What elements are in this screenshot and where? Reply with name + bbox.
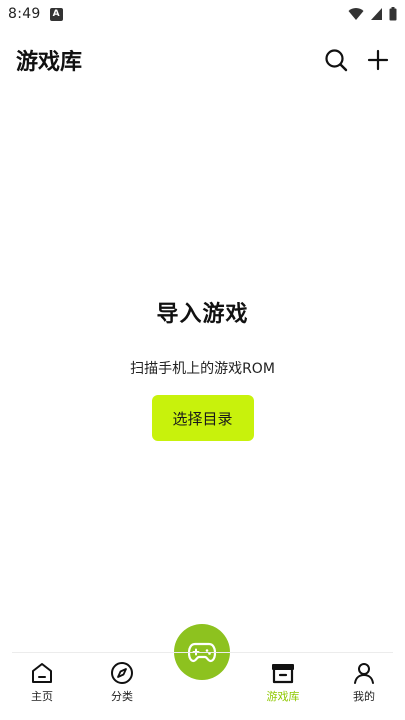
status-bar: 8:49 A — [0, 0, 405, 28]
search-icon — [325, 49, 348, 72]
status-time: 8:49 — [8, 6, 41, 22]
empty-state-title: 导入游戏 — [156, 302, 249, 327]
page-title: 游戏库 — [16, 50, 83, 75]
archive-icon — [272, 664, 294, 684]
bottom-nav: 主页 分类 游戏库 我的 — [12, 652, 393, 720]
header-actions — [323, 47, 391, 73]
add-button[interactable] — [365, 47, 391, 73]
empty-state: 导入游戏 扫描手机上的游戏ROM 选择目录 — [0, 296, 405, 441]
nav-item-category[interactable]: 分类 — [92, 661, 152, 717]
nav-item-library[interactable]: 游戏库 — [253, 661, 313, 717]
wifi-icon — [348, 8, 364, 20]
signal-icon — [371, 8, 382, 20]
nav-label-home: 主页 — [31, 690, 53, 703]
user-icon — [354, 663, 374, 684]
nav-label-library: 游戏库 — [266, 690, 300, 703]
notification-app-icon: A — [49, 7, 63, 21]
nav-item-home[interactable]: 主页 — [12, 661, 72, 717]
app-header: 游戏库 — [0, 40, 405, 80]
nav-label-category: 分类 — [111, 690, 133, 703]
compass-icon — [111, 662, 133, 684]
nav-item-profile[interactable]: 我的 — [334, 661, 394, 717]
home-icon — [32, 663, 52, 683]
plus-icon — [367, 49, 389, 71]
status-icons — [348, 7, 397, 21]
battery-icon — [389, 7, 397, 21]
game-library-screen: 8:49 A 游戏库 导入游戏 扫描手机上的游戏ROM 选择目录 主页 分类 游… — [0, 0, 405, 720]
nav-label-profile: 我的 — [353, 690, 375, 703]
search-button[interactable] — [323, 47, 349, 73]
choose-directory-button[interactable]: 选择目录 — [151, 395, 254, 441]
empty-state-description: 扫描手机上的游戏ROM — [130, 361, 275, 377]
